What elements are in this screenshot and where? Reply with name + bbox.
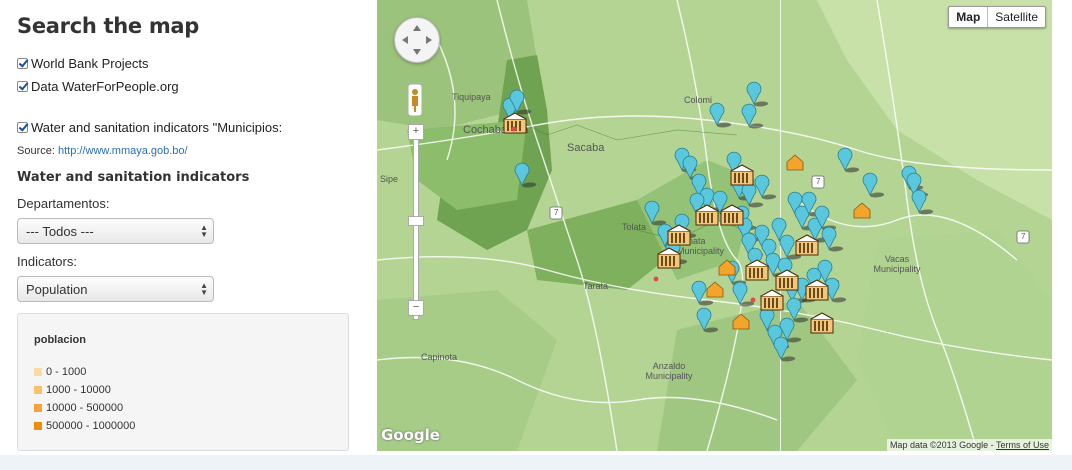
google-logo[interactable]: Google [381, 426, 440, 444]
layer-world-bank[interactable]: World Bank Projects [17, 56, 149, 71]
legend-item: 1000 - 10000 [34, 384, 111, 396]
layer-indicators[interactable]: Water and sanitation indicators "Municip… [17, 120, 282, 135]
place-label: Sipe [380, 174, 399, 184]
indicators-layer-label: Water and sanitation indicators "Municip… [31, 120, 283, 135]
legend-item: 0 - 1000 [34, 366, 86, 378]
pan-control[interactable] [394, 17, 440, 63]
tile-seam [780, 0, 781, 451]
legend-title: poblacion [34, 334, 86, 346]
indicators-select[interactable]: Population ▲ ▼ [17, 276, 214, 302]
legend-box: poblacion 0 - 1000 1000 - 10000 10000 - … [17, 313, 349, 451]
place-label: Capinota [421, 352, 458, 362]
place-label: Tiquipaya [452, 92, 491, 102]
map-attribution: Map data ©2013 Google - Terms of Use [886, 439, 1052, 451]
zoom-in-button[interactable]: + [408, 124, 424, 140]
departamentos-value: --- Todos --- [26, 224, 94, 239]
map-terrain [377, 0, 1052, 451]
place-label: Tarata [583, 281, 609, 291]
page-title: Search the map [17, 14, 200, 38]
indicators-checkbox[interactable] [17, 122, 28, 133]
place-label: Sacaba [567, 142, 605, 154]
legend-swatch [34, 404, 42, 412]
pegman-icon[interactable] [408, 84, 422, 116]
departamentos-select[interactable]: --- Todos --- ▲ ▼ [17, 218, 214, 244]
map-type-map-button[interactable]: Map [949, 7, 989, 27]
source-label: Source: [17, 145, 55, 157]
legend-label: 10000 - 500000 [46, 402, 124, 414]
attribution-text: Map data ©2013 Google - [889, 440, 994, 450]
indicators-label: Indicators: [17, 254, 77, 269]
road-number: 7 [554, 208, 559, 217]
place-label: Vacas Municipality [873, 254, 921, 274]
map-type-satellite-button[interactable]: Satellite [988, 7, 1045, 27]
source-line: Source: http://www.mmaya.gob.bo/ [17, 145, 188, 157]
waterforpeople-checkbox[interactable] [17, 81, 28, 92]
zoom-slider-handle[interactable] [408, 216, 424, 226]
map-type-control: Map Satellite [948, 6, 1046, 28]
map-canvas[interactable]: Tiquipaya Colomi Sacaba Cochabamba Sipe … [377, 0, 1052, 451]
terms-link[interactable]: Terms of Use [996, 440, 1049, 450]
section-heading: Water and sanitation indicators [17, 170, 250, 185]
indicators-value: Population [26, 282, 88, 297]
legend-item: 10000 - 500000 [34, 402, 123, 414]
sidebar: Search the map World Bank Projects Data … [0, 0, 370, 470]
place-label: Punata Municipality [677, 236, 725, 256]
place-label: Tolata [622, 222, 647, 232]
world-bank-checkbox[interactable] [17, 58, 28, 69]
legend-label: 1000 - 10000 [46, 384, 111, 396]
waterforpeople-label: Data WaterForPeople.org [31, 79, 179, 94]
legend-swatch [34, 422, 42, 430]
legend-swatch [34, 386, 42, 394]
select-arrows-icon: ▲ ▼ [200, 281, 208, 297]
place-label: Cochabamba [463, 124, 529, 136]
road-number: 7 [1021, 232, 1026, 241]
pan-arrows-icon [402, 25, 432, 55]
select-arrows-icon: ▲ ▼ [200, 223, 208, 239]
world-bank-label: World Bank Projects [31, 56, 149, 71]
place-label: Colomi [684, 95, 713, 105]
zoom-out-button[interactable]: − [408, 300, 424, 316]
road-number: 7 [816, 177, 821, 186]
layer-waterforpeople[interactable]: Data WaterForPeople.org [17, 79, 179, 94]
legend-label: 0 - 1000 [46, 366, 87, 378]
legend-swatch [34, 368, 42, 376]
source-link[interactable]: http://www.mmaya.gob.bo/ [58, 145, 188, 157]
legend-item: 500000 - 1000000 [34, 420, 135, 432]
page-footer [0, 455, 1072, 470]
place-label: Anzaldo Municipality [645, 361, 693, 381]
legend-label: 500000 - 1000000 [46, 420, 136, 432]
departamentos-label: Departamentos: [17, 196, 110, 211]
